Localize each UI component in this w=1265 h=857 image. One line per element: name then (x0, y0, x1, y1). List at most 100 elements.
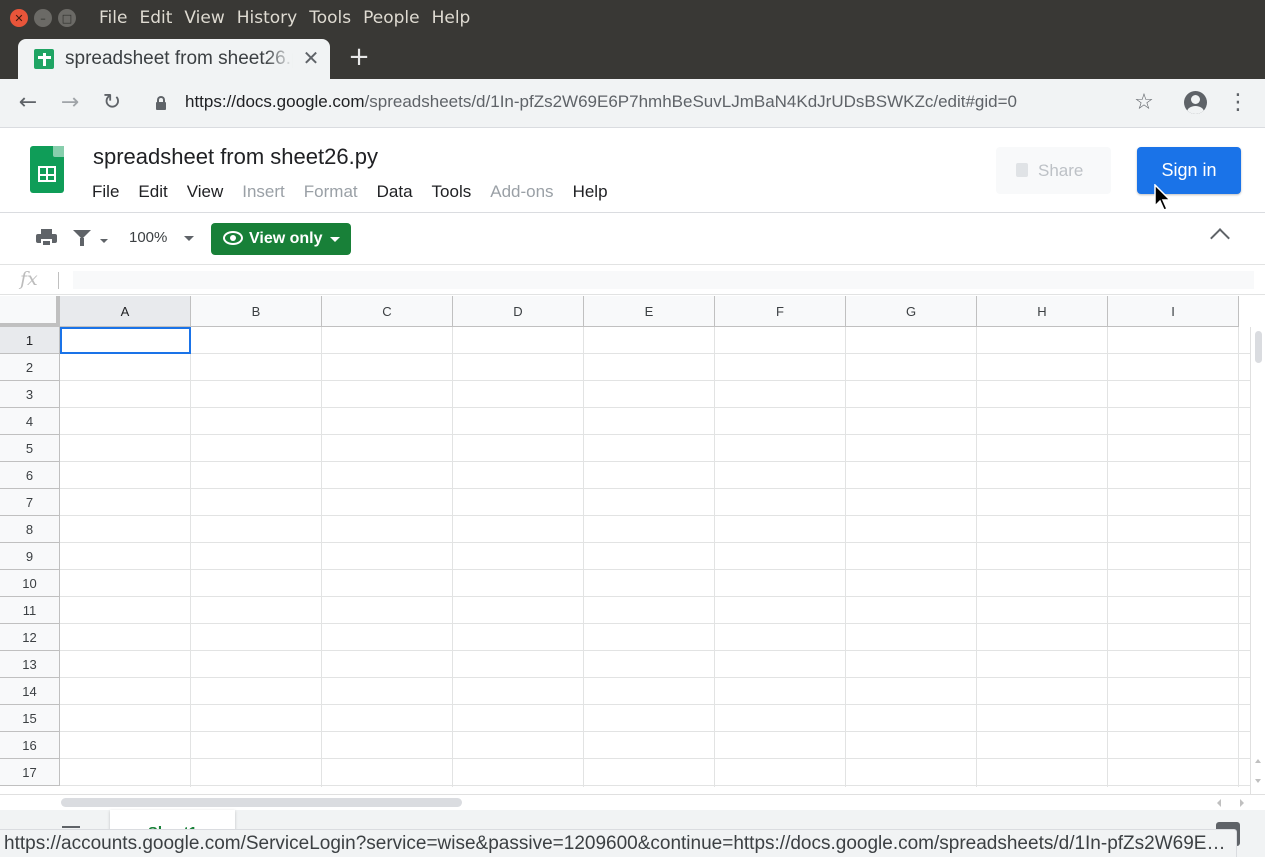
url-host: https://docs.google.com (185, 92, 365, 111)
print-icon[interactable] (36, 229, 57, 247)
view-only-dropdown-icon (330, 237, 340, 242)
column-header-c[interactable]: C (322, 296, 453, 327)
os-menu: File Edit View History Tools People Help (99, 0, 482, 36)
row-header-3[interactable]: 3 (0, 381, 60, 408)
row-header-9[interactable]: 9 (0, 543, 60, 570)
menu-data[interactable]: Data (377, 182, 413, 202)
browser-toolbar: ← → ↻ https://docs.google.com/spreadshee… (0, 79, 1265, 128)
share-lock-icon (1016, 163, 1028, 177)
view-only-button[interactable]: View only (211, 223, 351, 255)
row-header-1[interactable]: 1 (0, 327, 60, 354)
vertical-scroll-thumb[interactable] (1255, 331, 1262, 363)
sheets-toolbar: 100% View only (0, 213, 1265, 265)
row-header-7[interactable]: 7 (0, 489, 60, 516)
os-menu-tools[interactable]: Tools (309, 8, 351, 28)
os-menu-view[interactable]: View (184, 8, 224, 28)
row-header-2[interactable]: 2 (0, 354, 60, 381)
row-header-15[interactable]: 15 (0, 705, 60, 732)
forward-arrow-icon[interactable]: → (57, 90, 83, 116)
select-all-corner[interactable] (0, 296, 60, 327)
menu-edit[interactable]: Edit (138, 182, 167, 202)
vertical-scrollbar[interactable] (1250, 327, 1265, 794)
document-title: spreadsheet from sheet26.py (93, 144, 378, 169)
row-header-10[interactable]: 10 (0, 570, 60, 597)
fx-icon: fx (20, 268, 38, 290)
column-header-h[interactable]: H (977, 296, 1108, 327)
sheets-header: spreadsheet from sheet26.py File Edit Vi… (0, 129, 1265, 213)
row-header-17[interactable]: 17 (0, 759, 60, 786)
share-button: Share (996, 147, 1111, 194)
column-header-b[interactable]: B (191, 296, 322, 327)
browser-tab[interactable]: spreadsheet from sheet26.py ✕ (18, 39, 330, 79)
bookmark-star-icon[interactable]: ☆ (1131, 90, 1157, 116)
sheets-favicon-icon (34, 49, 54, 69)
scroll-right-icon[interactable] (1240, 799, 1244, 807)
zoom-dropdown-icon[interactable] (184, 236, 194, 241)
os-menu-edit[interactable]: Edit (139, 8, 172, 28)
horizontal-scrollbar[interactable] (0, 794, 1265, 810)
scroll-up-icon[interactable] (1255, 759, 1261, 763)
status-url-bubble: https://accounts.google.com/ServiceLogin… (0, 829, 1237, 857)
browser-tab-strip: spreadsheet from sheet26.py ✕ + (0, 36, 1265, 79)
menu-tools[interactable]: Tools (432, 182, 472, 202)
os-menu-file[interactable]: File (99, 8, 127, 28)
sign-in-button[interactable]: Sign in (1137, 147, 1241, 194)
cell-area[interactable] (60, 327, 1250, 787)
column-headers: A B C D E F G H I (60, 296, 1239, 327)
os-menu-help[interactable]: Help (432, 8, 471, 28)
lock-icon[interactable] (156, 96, 166, 110)
window-maximize-icon[interactable]: □ (58, 9, 76, 27)
sheets-logo-icon[interactable] (30, 146, 64, 193)
spreadsheet-grid: A B C D E F G H I 1 2 3 4 5 6 7 8 9 10 1… (0, 296, 1265, 794)
row-header-6[interactable]: 6 (0, 462, 60, 489)
column-header-e[interactable]: E (584, 296, 715, 327)
menu-add-ons: Add-ons (490, 182, 554, 201)
row-headers: 1 2 3 4 5 6 7 8 9 10 11 12 13 14 15 16 1… (0, 327, 60, 786)
window-close-icon[interactable]: ✕ (10, 9, 28, 27)
scroll-down-icon[interactable] (1255, 779, 1261, 783)
share-label: Share (1038, 161, 1084, 180)
row-header-11[interactable]: 11 (0, 597, 60, 624)
row-header-5[interactable]: 5 (0, 435, 60, 462)
eye-icon (223, 231, 243, 245)
row-header-14[interactable]: 14 (0, 678, 60, 705)
formula-divider (58, 272, 59, 289)
formula-input[interactable] (73, 271, 1254, 289)
column-header-i[interactable]: I (1108, 296, 1239, 327)
selected-cell[interactable] (60, 327, 191, 354)
tab-title: spreadsheet from sheet26.py (65, 48, 293, 69)
row-header-8[interactable]: 8 (0, 516, 60, 543)
column-header-d[interactable]: D (453, 296, 584, 327)
row-header-16[interactable]: 16 (0, 732, 60, 759)
back-arrow-icon[interactable]: ← (15, 90, 41, 116)
formula-bar: fx (0, 265, 1265, 295)
new-tab-icon[interactable]: + (346, 44, 372, 70)
menu-help[interactable]: Help (573, 182, 608, 202)
column-header-g[interactable]: G (846, 296, 977, 327)
menu-format: Format (303, 182, 358, 201)
profile-avatar-icon[interactable] (1184, 91, 1207, 114)
window-minimize-icon[interactable]: – (34, 9, 52, 27)
filter-dropdown-icon[interactable] (100, 239, 108, 243)
browser-menu-icon[interactable]: ⋮ (1225, 90, 1251, 116)
column-header-a[interactable]: A (60, 296, 191, 327)
tab-close-icon[interactable]: ✕ (300, 47, 322, 69)
row-header-13[interactable]: 13 (0, 651, 60, 678)
os-menu-people[interactable]: People (363, 8, 419, 28)
collapse-menus-icon[interactable] (1210, 228, 1230, 248)
zoom-select[interactable]: 100% (129, 229, 167, 246)
os-menu-history[interactable]: History (237, 8, 297, 28)
column-header-f[interactable]: F (715, 296, 846, 327)
filter-icon[interactable] (73, 230, 91, 246)
menu-view[interactable]: View (187, 182, 224, 202)
reload-icon[interactable]: ↻ (99, 90, 125, 116)
row-header-12[interactable]: 12 (0, 624, 60, 651)
address-bar[interactable]: https://docs.google.com/spreadsheets/d/1… (185, 92, 1017, 112)
menu-file[interactable]: File (92, 182, 119, 202)
url-path: /spreadsheets/d/1In-pfZs2W69E6P7hmhBeSuv… (364, 92, 1017, 111)
scroll-left-icon[interactable] (1217, 799, 1221, 807)
row-header-4[interactable]: 4 (0, 408, 60, 435)
horizontal-scroll-thumb[interactable] (61, 798, 462, 807)
view-only-label: View only (249, 230, 323, 247)
document-menu-bar: File Edit View Insert Format Data Tools … (92, 182, 627, 202)
